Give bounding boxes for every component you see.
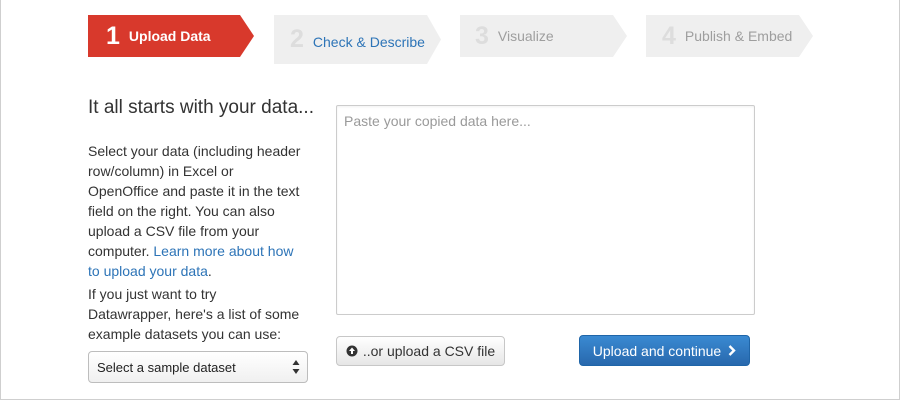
- step-label: Visualize: [497, 28, 554, 44]
- data-paste-placeholder: Paste your copied data here...: [344, 113, 531, 129]
- step-check-describe[interactable]: 2 Check & Describe: [274, 15, 441, 64]
- step-number: 3: [475, 21, 489, 50]
- chevron-right-icon: [728, 345, 736, 356]
- step-label: Publish & Embed: [684, 28, 793, 44]
- sample-dataset-selected: Select a sample dataset: [97, 359, 236, 375]
- instructions-text: Select your data (including header row/c…: [88, 141, 303, 281]
- instructions-period: .: [207, 263, 212, 279]
- upload-continue-label: Upload and continue: [592, 342, 722, 359]
- data-paste-textarea[interactable]: Paste your copied data here...: [336, 105, 755, 315]
- step-number: 1: [106, 21, 120, 50]
- upload-circle-icon: [346, 345, 358, 357]
- progress-steps: 1 Upload Data 2 Check & Describe 3 Visua…: [0, 0, 900, 70]
- page-heading: It all starts with your data...: [88, 97, 314, 118]
- sample-dataset-select[interactable]: Select a sample dataset: [88, 351, 308, 383]
- upload-csv-label: ..or upload a CSV file: [362, 343, 496, 359]
- step-label: Check & Describe: [312, 33, 425, 50]
- upload-csv-button[interactable]: ..or upload a CSV file: [336, 336, 505, 366]
- step-number: 4: [662, 21, 676, 50]
- sample-datasets-text: If you just want to try Datawrapper, her…: [88, 286, 300, 342]
- instructions-body: Select your data (including header row/c…: [88, 143, 301, 259]
- step-visualize: 3 Visualize: [460, 15, 627, 57]
- step-upload-data[interactable]: 1 Upload Data: [88, 15, 254, 57]
- updown-arrows-icon: [292, 360, 300, 374]
- step-label: Upload Data: [128, 28, 211, 44]
- upload-continue-button[interactable]: Upload and continue: [579, 335, 750, 366]
- step-publish-embed: 4 Publish & Embed: [646, 15, 813, 57]
- step-number: 2: [290, 25, 304, 53]
